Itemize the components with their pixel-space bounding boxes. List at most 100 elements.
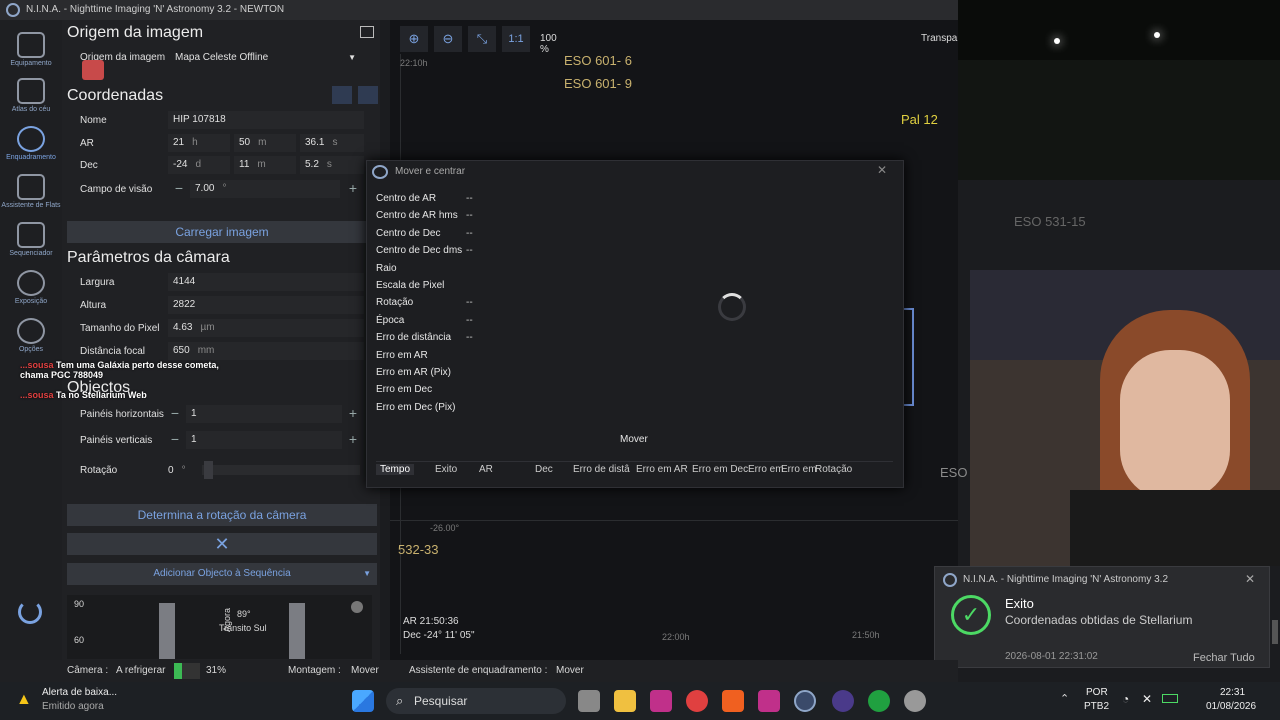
speaker-muted-icon[interactable]: ✕: [1142, 692, 1152, 706]
sidebar-item-options[interactable]: Opções: [0, 318, 62, 353]
rotation-slider[interactable]: [202, 465, 360, 475]
chrome-icon[interactable]: [686, 690, 708, 712]
fov-decrement-button[interactable]: −: [170, 180, 188, 198]
nina-taskbar-icon[interactable]: [794, 690, 816, 712]
ra-seconds-field[interactable]: 36.1 s: [300, 134, 364, 152]
dec-seconds-field[interactable]: 5.2 s: [300, 156, 364, 174]
scrollbar[interactable]: [1272, 620, 1278, 644]
close-all-button[interactable]: Fechar Tudo: [1193, 652, 1255, 664]
hpanels-decrement-button[interactable]: −: [166, 405, 184, 423]
name-field[interactable]: HIP 107818: [168, 111, 364, 129]
telescope-icon: [17, 32, 45, 58]
sidebar-item-equipment[interactable]: Equipamento: [0, 32, 62, 67]
height-field[interactable]: 2822: [168, 296, 364, 314]
transparency-label: Transpar: [921, 33, 961, 44]
file-explorer-icon[interactable]: [614, 690, 636, 712]
window-title: N.I.N.A. - Nighttime Imaging 'N' Astrono…: [26, 4, 285, 15]
determine-rotation-button[interactable]: Determina a rotação da câmera: [67, 504, 377, 526]
framing-icon: [17, 126, 45, 152]
fov-field[interactable]: 7.00 °: [190, 180, 340, 198]
clock-time[interactable]: 22:31: [1220, 687, 1245, 698]
focal-length-field[interactable]: 650 mm: [168, 342, 364, 360]
brave-icon[interactable]: [722, 690, 744, 712]
sidebar-item-framing[interactable]: Enquadramento: [0, 126, 62, 161]
cancel-icon[interactable]: ✕: [67, 533, 377, 555]
task-view-icon[interactable]: [578, 690, 600, 712]
mount-status-label: Montagem :: [288, 665, 341, 676]
column-header[interactable]: Tempo: [376, 464, 415, 475]
sidebar-item-flats[interactable]: Assistente de Flats: [0, 174, 62, 209]
rotation-slider-thumb[interactable]: [204, 461, 213, 479]
ra-hours-field[interactable]: 21 h: [168, 134, 230, 152]
framing-left-panel: Origem da imagem Origem da imagem Mapa C…: [62, 20, 380, 660]
stellarium-icon[interactable]: [832, 690, 854, 712]
battery-icon[interactable]: [1162, 694, 1178, 703]
power-icon[interactable]: [18, 600, 42, 624]
sidebar-item-sequencer[interactable]: Sequenciador: [0, 222, 62, 257]
app-icon[interactable]: [868, 690, 890, 712]
clock-date[interactable]: 01/08/2026: [1206, 701, 1256, 712]
column-header[interactable]: Rotação: [815, 464, 852, 475]
wifi-icon[interactable]: ◔: [1122, 692, 1129, 706]
column-header[interactable]: AR: [479, 464, 493, 475]
sky-label-eso-531-15: ESO 531-15: [1014, 214, 1086, 229]
column-header[interactable]: Erro de distâ: [573, 464, 630, 475]
one-to-one-button[interactable]: 1:1: [502, 26, 530, 52]
status-bar: Câmera : A refrigerar 31% Montagem : Mov…: [0, 660, 958, 682]
camera-progress-text: 31%: [206, 665, 227, 676]
column-header[interactable]: Erro em Dec: [692, 464, 748, 475]
column-header[interactable]: Exito: [435, 464, 457, 475]
column-header[interactable]: Erro em: [748, 464, 784, 475]
load-image-button[interactable]: Carregar imagem: [67, 221, 377, 243]
sidebar-item-imaging[interactable]: Exposição: [0, 270, 62, 305]
nina-logo-icon: [943, 573, 957, 587]
chart-toggle-icon[interactable]: [351, 601, 363, 613]
pixel-size-field[interactable]: 4.63 µm: [168, 319, 364, 337]
rotation-value[interactable]: 0 °: [168, 465, 186, 476]
framing-status: Mover: [556, 665, 584, 676]
zoom-in-icon[interactable]: ⊕: [400, 26, 428, 52]
move-button[interactable]: Mover: [620, 434, 648, 445]
telescope-sync-icon[interactable]: [332, 86, 352, 104]
flats-icon: [17, 174, 45, 200]
hpanels-field[interactable]: 1: [186, 405, 342, 423]
vpanels-decrement-button[interactable]: −: [166, 431, 184, 449]
fov-increment-button[interactable]: +: [344, 180, 362, 198]
column-header[interactable]: Dec: [535, 464, 553, 475]
close-icon[interactable]: ✕: [877, 163, 887, 177]
camera-progress-bar: [174, 663, 183, 679]
fit-icon[interactable]: ⤡: [468, 26, 496, 52]
coordinates-title: Coordenadas: [67, 87, 164, 104]
windows-start-icon[interactable]: [352, 690, 374, 712]
app-icon[interactable]: [650, 690, 672, 712]
app-icon[interactable]: [758, 690, 780, 712]
ra-minutes-field[interactable]: 50 m: [234, 134, 296, 152]
move-center-dialog: Mover e centrar ✕ Centro de AR -- Centro d…: [366, 160, 904, 488]
alert-title[interactable]: Alerta de baixa...: [42, 687, 117, 698]
name-label: Nome: [80, 115, 107, 126]
hpanels-increment-button[interactable]: +: [344, 405, 362, 423]
add-to-sequence-button[interactable]: Adicionar Objecto à Sequência ▼: [67, 563, 377, 585]
width-field[interactable]: 4144: [168, 273, 364, 291]
language-primary[interactable]: POR: [1086, 687, 1108, 698]
transit-label: Trânsito Sul: [219, 623, 267, 633]
app-icon[interactable]: [904, 690, 926, 712]
tray-chevron-icon[interactable]: ⌃: [1060, 692, 1069, 705]
zoom-out-icon[interactable]: ⊖: [434, 26, 462, 52]
vpanels-increment-button[interactable]: +: [344, 431, 362, 449]
column-header[interactable]: Erro em AR: [636, 464, 688, 475]
dec-degrees-field[interactable]: -24 d: [168, 156, 230, 174]
history-table-header: Tempo Exito AR Dec Erro de distâ Erro em AR Er…: [376, 461, 893, 477]
image-source-select[interactable]: Mapa Celeste Offline ▼: [170, 49, 362, 67]
book-icon[interactable]: [360, 26, 374, 38]
sidebar-item-sky-atlas[interactable]: Atlas do céu: [0, 78, 62, 113]
vpanels-field[interactable]: 1: [186, 431, 342, 449]
warning-icon[interactable]: ▲: [16, 691, 32, 709]
column-header[interactable]: Erro em: [781, 464, 817, 475]
dec-minutes-field[interactable]: 11 m: [234, 156, 296, 174]
result-label: Erro em AR (Pix): [376, 367, 452, 378]
search-box[interactable]: ⌕ Pesquisar: [386, 688, 566, 714]
language-secondary[interactable]: PTB2: [1084, 701, 1109, 712]
toast-close-icon[interactable]: ✕: [1245, 572, 1255, 586]
location-icon[interactable]: [358, 86, 378, 104]
